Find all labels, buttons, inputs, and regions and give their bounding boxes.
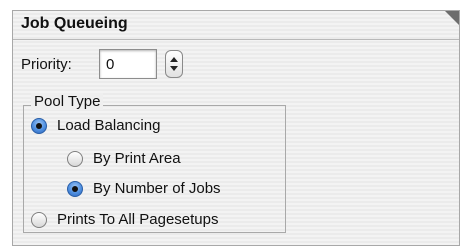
stepper-down-icon[interactable] <box>170 66 178 71</box>
section-divider <box>13 39 459 40</box>
priority-stepper[interactable] <box>165 50 183 78</box>
radio-label: Prints To All Pagesetups <box>57 211 219 228</box>
radio-label: By Print Area <box>93 150 181 167</box>
radio-selected-icon[interactable] <box>31 117 47 134</box>
priority-label: Priority: <box>21 56 72 73</box>
pool-type-legend: Pool Type <box>31 93 104 110</box>
radio-prints-to-all-pagesetups[interactable]: Prints To All Pagesetups <box>31 211 218 228</box>
radio-unselected-icon[interactable] <box>31 211 47 228</box>
job-queueing-panel: Job Queueing Priority: Pool Type Load Ba… <box>12 10 460 246</box>
screen: Job Queueing Priority: Pool Type Load Ba… <box>0 0 473 252</box>
radio-by-print-area[interactable]: By Print Area <box>67 150 181 167</box>
radio-load-balancing[interactable]: Load Balancing <box>31 117 160 134</box>
radio-label: By Number of Jobs <box>93 180 221 197</box>
radio-selected-icon[interactable] <box>67 180 83 197</box>
radio-unselected-icon[interactable] <box>67 150 83 167</box>
panel-corner-icon <box>445 11 459 25</box>
radio-by-number-of-jobs[interactable]: By Number of Jobs <box>67 180 221 197</box>
radio-label: Load Balancing <box>57 117 161 134</box>
priority-input[interactable] <box>99 49 157 79</box>
stepper-up-icon[interactable] <box>170 57 178 62</box>
section-title: Job Queueing <box>21 15 128 32</box>
